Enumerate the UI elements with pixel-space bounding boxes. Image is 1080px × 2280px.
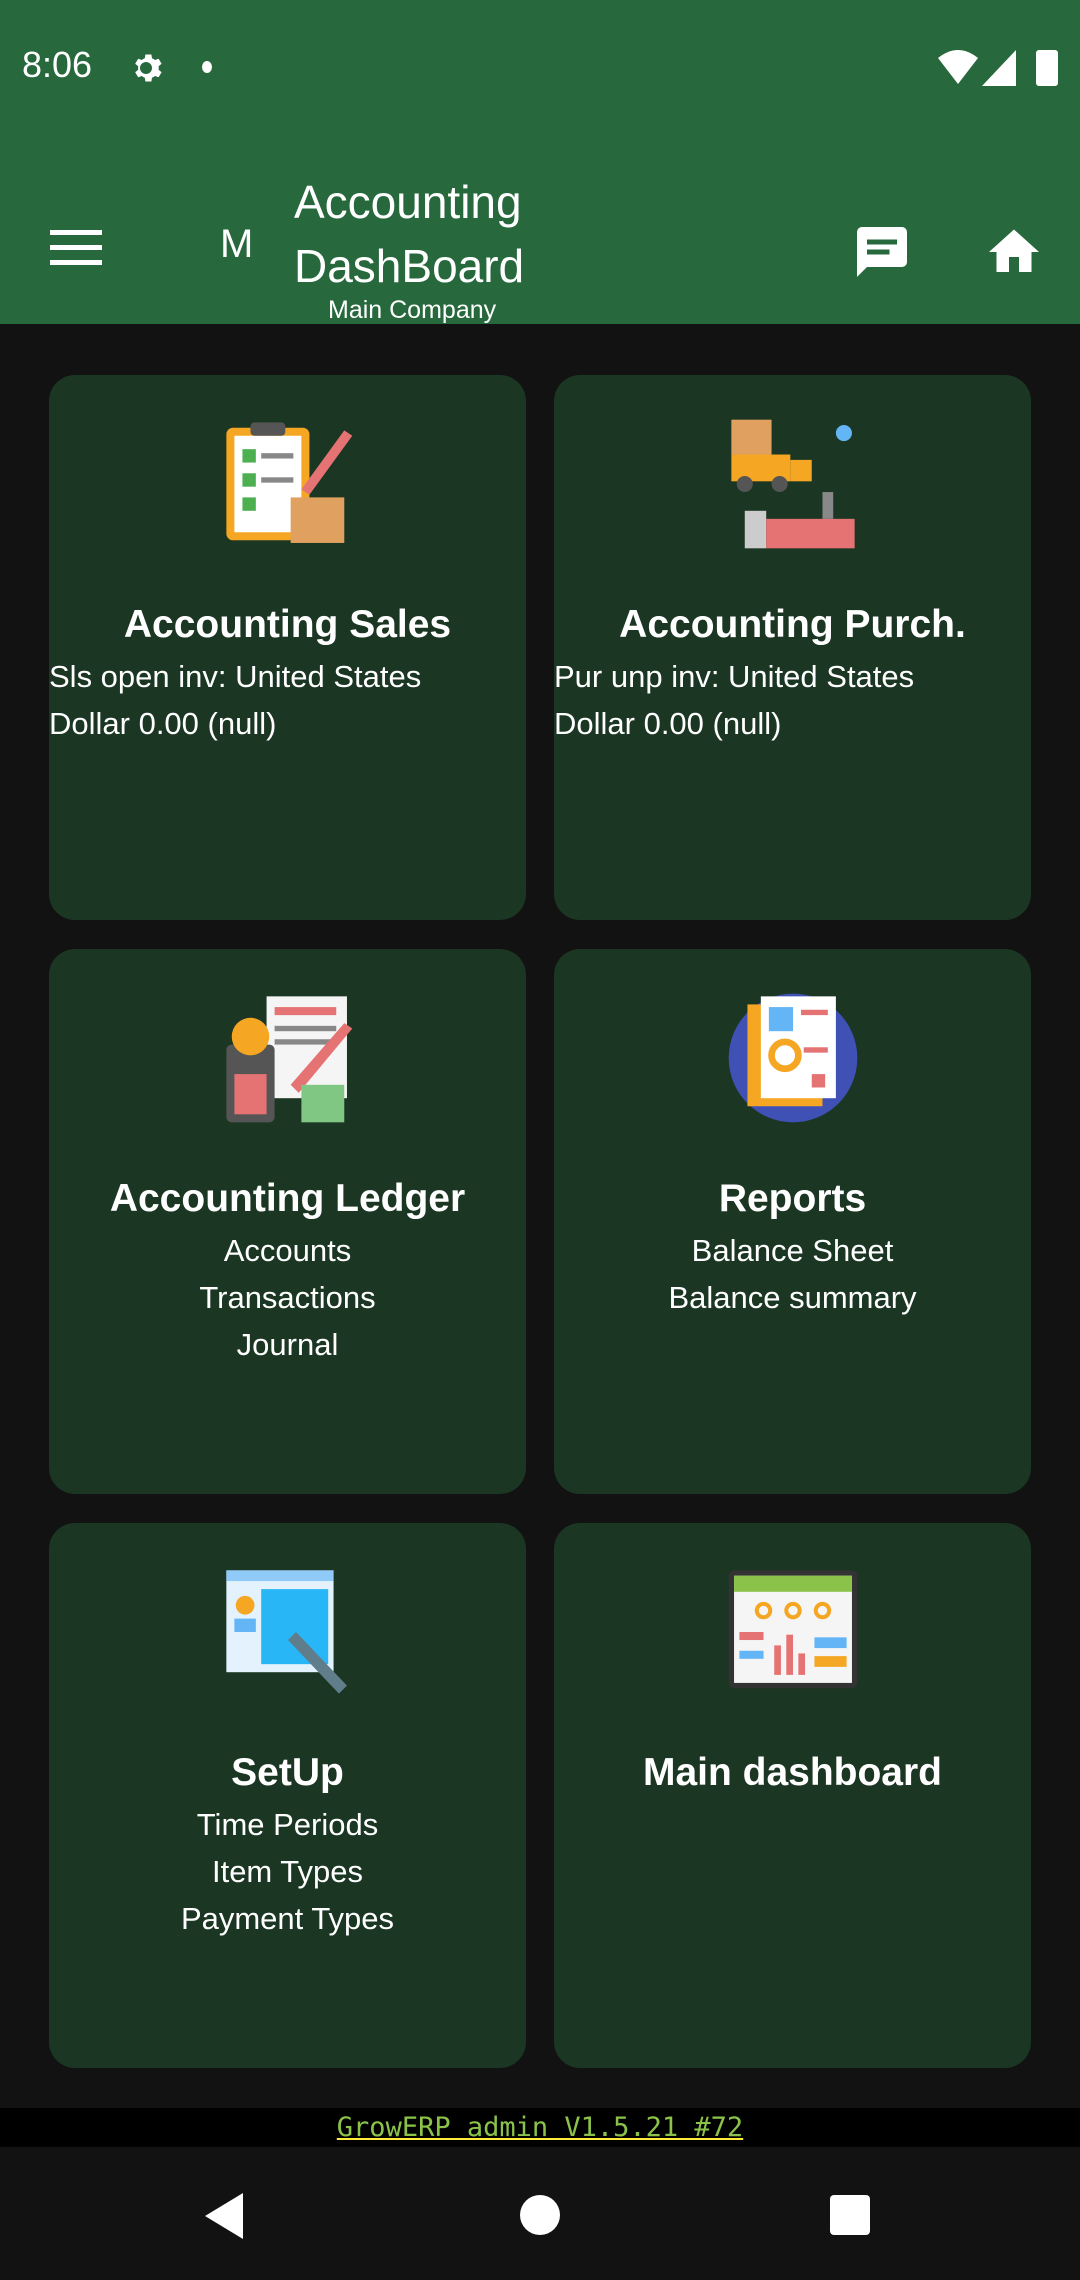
system-nav-bar <box>0 2147 1080 2280</box>
card-line: Time Periods <box>196 1807 379 1842</box>
card-line: Sls open inv: United States <box>49 659 422 694</box>
company-name: Main Company <box>328 296 497 324</box>
chat-icon[interactable] <box>852 222 912 282</box>
card-line: Transactions <box>199 1280 376 1315</box>
card-accounting-purchase[interactable]: Accounting Purch. Pur unp inv: United St… <box>554 375 1031 920</box>
card-line: Journal <box>236 1327 339 1362</box>
menu-icon[interactable] <box>50 230 102 266</box>
card-title: Reports <box>718 1177 867 1220</box>
notification-dot-icon <box>202 61 212 73</box>
card-line: Dollar 0.00 (null) <box>554 706 782 741</box>
page-title: Accounting DashBoard <box>294 170 524 298</box>
signal-icon <box>982 50 1016 86</box>
ledger-calculator-icon <box>225 996 352 1123</box>
card-accounting-ledger[interactable]: Accounting Ledger Accounts Transactions Jo… <box>49 949 526 1494</box>
status-time: 8:06 <box>22 44 93 85</box>
card-line: Balance Sheet <box>691 1233 894 1268</box>
version-link[interactable]: GrowERP admin V1.5.21 #72 <box>337 2112 743 2143</box>
card-line: Pur unp inv: United States <box>554 659 915 694</box>
card-line: Item Types <box>211 1854 364 1889</box>
wifi-icon <box>938 50 978 84</box>
battery-icon <box>1036 50 1058 86</box>
card-line: Accounts <box>223 1233 352 1268</box>
card-line: Dollar 0.00 (null) <box>49 706 277 741</box>
card-main-dashboard[interactable]: Main dashboard <box>554 1523 1031 2068</box>
card-title: Accounting Purch. <box>619 603 966 646</box>
status-bar: 8:06 <box>0 0 1080 130</box>
dashboard-icon <box>728 1570 857 1689</box>
title-line-1: Accounting <box>294 176 522 228</box>
setup-wrench-icon <box>225 1570 347 1694</box>
purchase-truck-factory-icon <box>730 419 855 549</box>
home-icon[interactable] <box>984 222 1044 282</box>
card-reports[interactable]: Reports Balance Sheet Balance summary <box>554 949 1031 1494</box>
card-line: Balance summary <box>668 1280 917 1315</box>
version-footer: GrowERP admin V1.5.21 #72 <box>0 2108 1080 2147</box>
home-nav-icon[interactable] <box>520 2195 560 2235</box>
card-accounting-sales[interactable]: Accounting Sales Sls open inv: United St… <box>49 375 526 920</box>
title-line-2: DashBoard <box>294 240 525 292</box>
card-title: Main dashboard <box>642 1751 943 1794</box>
card-title: Accounting Ledger <box>109 1177 466 1220</box>
reports-icon <box>728 993 857 1123</box>
company-avatar[interactable]: M <box>220 222 253 267</box>
app-bar: M Accounting DashBoard Main Company <box>0 130 1080 324</box>
settings-icon <box>135 54 162 82</box>
back-icon[interactable] <box>205 2193 245 2239</box>
sales-clipboard-icon <box>225 422 352 543</box>
card-title: Accounting Sales <box>123 603 452 646</box>
card-setup[interactable]: SetUp Time Periods Item Types Payment Type… <box>49 1523 526 2068</box>
card-title: SetUp <box>231 1751 344 1794</box>
recents-icon[interactable] <box>830 2195 870 2235</box>
card-line: Payment Types <box>180 1901 395 1936</box>
